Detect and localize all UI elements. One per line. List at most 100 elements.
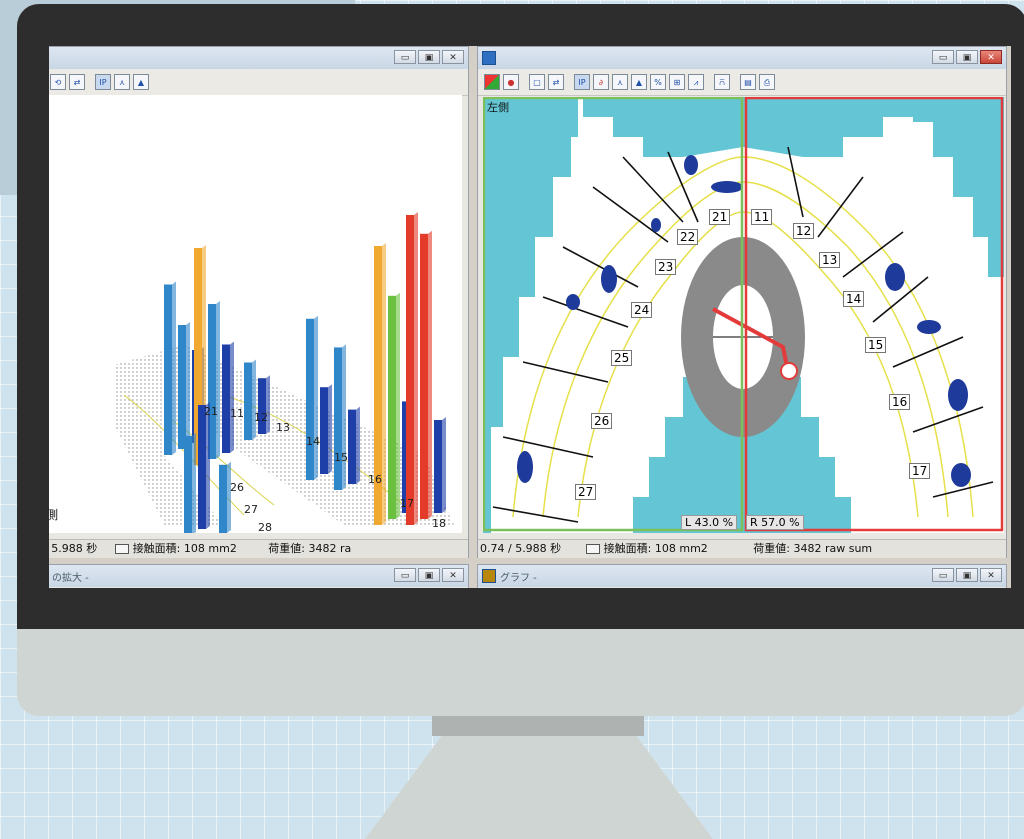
bar-17-1-side	[428, 230, 432, 520]
bottom-left-controls: ▭ ▣ ✕	[394, 568, 464, 582]
bar-11-2-side	[230, 341, 234, 453]
balance-point[interactable]	[780, 362, 798, 380]
monitor-stand	[365, 736, 713, 839]
status-chip-icon	[585, 544, 600, 554]
left-toolbar: ⟲ ⇄ IP ⋏ ▲	[49, 69, 468, 96]
color-map-icon[interactable]	[484, 74, 500, 90]
bar-15-0	[334, 344, 346, 490]
balance-right-readout: R 57.0 %	[746, 515, 804, 530]
page-icon[interactable]: ▢	[529, 74, 545, 90]
bottom-right-maximize-button[interactable]: ▣	[956, 568, 978, 582]
bottom-left-minimize-button[interactable]: ▭	[394, 568, 416, 582]
bar-17-0	[406, 212, 418, 525]
tooth-label-23: 23	[655, 259, 677, 275]
bar-16-1	[388, 292, 400, 519]
bottom-left-close-button[interactable]: ✕	[442, 568, 464, 582]
peak-icon[interactable]: ⋏	[114, 74, 130, 90]
tooth-label-17: 17	[909, 463, 931, 479]
tooth-label-15: 15	[334, 451, 348, 464]
side-label-right: 左側	[487, 101, 509, 114]
pressure-map[interactable]: 左側 21 22 23 24 25 26 27 11 12 13 14 15 1…	[483, 97, 1004, 533]
bar-27-0	[219, 461, 231, 533]
peak-icon[interactable]: ⋏	[612, 74, 628, 90]
bar-15-0-face	[334, 347, 342, 490]
swap-icon[interactable]: ⇄	[69, 74, 85, 90]
bar-14-1	[320, 384, 332, 474]
bar-14-0-side	[314, 315, 318, 480]
bar-11-2-face	[222, 344, 230, 453]
bar-26-1-side	[206, 402, 210, 529]
bar-16-1-side	[396, 292, 400, 519]
left-window: ▭ ▣ ✕ ⟲ ⇄ IP ⋏ ▲ 21 11 12 13 14 15 16 17…	[49, 46, 469, 558]
triangle-icon[interactable]: ▲	[631, 74, 647, 90]
left-titlebar[interactable]: ▭ ▣ ✕	[49, 47, 468, 69]
arch-icon[interactable]: ∂	[593, 74, 609, 90]
bar-14-1-face	[320, 387, 328, 474]
status-chip-icon	[114, 544, 129, 554]
chart-icon[interactable]: ⩘	[688, 74, 704, 90]
bottom-right-minimize-button[interactable]: ▭	[932, 568, 954, 582]
bar-21-0	[164, 281, 176, 455]
tooth-label-22: 22	[677, 229, 699, 245]
side-label-left: 側	[49, 508, 58, 522]
monitor-bezel: ▭ ▣ ✕ ⟲ ⇄ IP ⋏ ▲ 21 11 12 13 14 15 16 17…	[17, 4, 1024, 629]
ip-icon[interactable]: IP	[574, 74, 590, 90]
bar-26-0	[184, 432, 196, 533]
bar-11-1-side	[216, 301, 220, 459]
left-minimize-button[interactable]: ▭	[394, 50, 416, 64]
right-window: ▭ ▣ ✕ ● ▢ ⇄ IP ∂ ⋏ ▲ % ⊞ ⩘ ⩃ ▤ ⎙ 左側 21 2…	[477, 46, 1007, 558]
swap-icon[interactable]: ⇄	[548, 74, 564, 90]
bar-26-0-side	[192, 432, 196, 533]
bottom-left-titlebar[interactable]: の拡大 - ▭ ▣ ✕	[49, 565, 468, 587]
save-icon[interactable]: ▤	[740, 74, 756, 90]
triangle-icon[interactable]: ▲	[133, 74, 149, 90]
tooth-label-26: 26	[591, 413, 613, 429]
bottom-right-controls: ▭ ▣ ✕	[932, 568, 1002, 582]
right-statusbar: 0.74 / 5.988 秒 接触面積: 108 mm2 荷重値: 3482 r…	[478, 539, 1006, 558]
tooth-label-21: 21	[204, 405, 218, 418]
bottom-left-maximize-button[interactable]: ▣	[418, 568, 440, 582]
left-status-area: 接触面積: 108 mm2	[132, 542, 237, 555]
bottom-left-title: の拡大 -	[52, 573, 89, 584]
bottom-right-close-button[interactable]: ✕	[980, 568, 1002, 582]
right-status-area: 接触面積: 108 mm2	[603, 542, 708, 555]
bar-26-0-face	[184, 435, 192, 533]
right-toolbar: ● ▢ ⇄ IP ∂ ⋏ ▲ % ⊞ ⩘ ⩃ ▤ ⎙	[478, 69, 1006, 96]
tooth-label-12: 12	[254, 411, 268, 424]
ip-icon[interactable]: IP	[95, 74, 111, 90]
bar-21-0-side	[172, 281, 176, 455]
right-status-load: 荷重値: 3482 raw sum	[753, 542, 873, 555]
bar-13-1-side	[266, 375, 270, 434]
record-icon[interactable]: ●	[503, 74, 519, 90]
grid-icon[interactable]: ⊞	[669, 74, 685, 90]
bottom-right-titlebar[interactable]: グラフ - ▭ ▣ ✕	[478, 565, 1006, 587]
bar-15-1-face	[348, 409, 356, 484]
tooth-label-27: 27	[244, 503, 258, 516]
bar-13-0-face	[244, 362, 252, 440]
right-minimize-button[interactable]: ▭	[932, 50, 954, 64]
bar-17-1	[420, 230, 432, 520]
right-titlebar[interactable]: ▭ ▣ ✕	[478, 47, 1006, 69]
right-maximize-button[interactable]: ▣	[956, 50, 978, 64]
bar-13-0-side	[252, 359, 256, 440]
rotate-icon[interactable]: ⟲	[50, 74, 66, 90]
3d-bar-plot[interactable]: 21 11 12 13 14 15 16 17 18 26 27 28 側	[49, 95, 462, 533]
left-close-button[interactable]: ✕	[442, 50, 464, 64]
bar-26-1	[198, 402, 210, 529]
bar-15-1	[348, 406, 360, 484]
tooth-label-13: 13	[819, 252, 841, 268]
tooth-label-11: 11	[751, 209, 773, 225]
bottom-left-window: の拡大 - ▭ ▣ ✕	[49, 564, 469, 588]
bottom-right-title: グラフ -	[500, 573, 537, 584]
left-status-time: / 5.988 秒	[49, 542, 98, 555]
right-close-button[interactable]: ✕	[980, 50, 1002, 64]
bar-16-0-side	[382, 243, 386, 525]
right-status-time: 0.74 / 5.988 秒	[480, 542, 562, 555]
tooth-label-21: 21	[709, 209, 731, 225]
left-maximize-button[interactable]: ▣	[418, 50, 440, 64]
dental-icon[interactable]: ⩃	[714, 74, 730, 90]
percent-icon[interactable]: %	[650, 74, 666, 90]
bar-14-1-side	[328, 384, 332, 474]
bar-21-1-face	[178, 325, 186, 449]
print-icon[interactable]: ⎙	[759, 74, 775, 90]
